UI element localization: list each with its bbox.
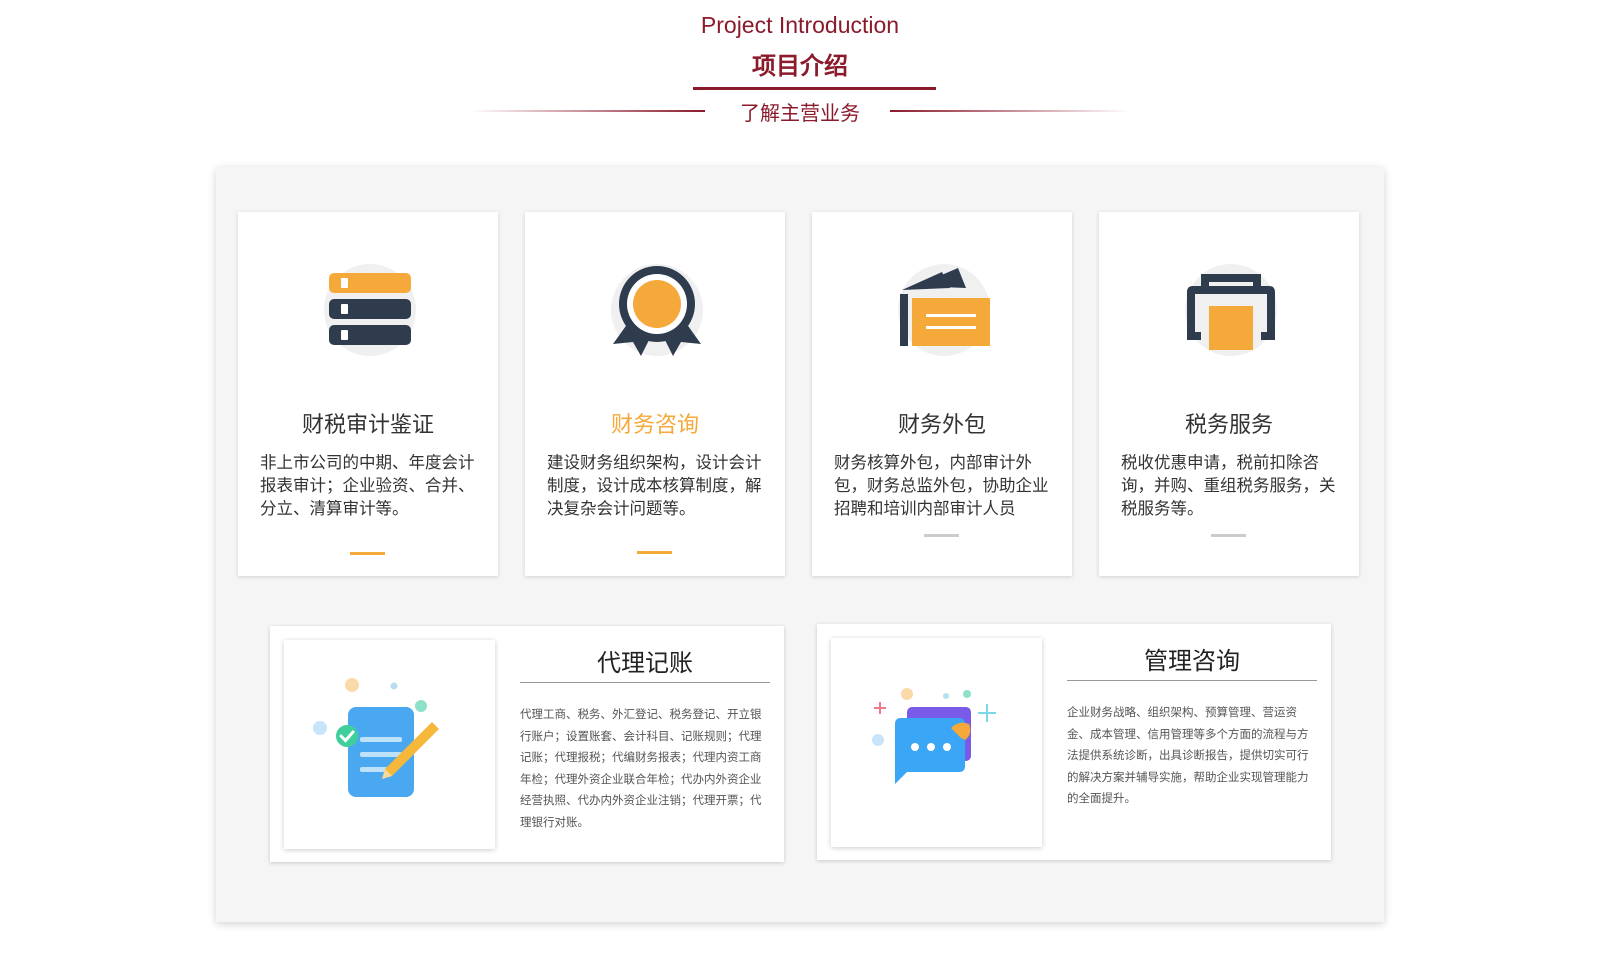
service-card-outsourcing[interactable]: 财务外包 财务核算外包，内部审计外包，财务总监外包，协助企业招聘和培训内部审计人… [812,212,1072,576]
title-rule [1067,680,1317,681]
award-icon [611,264,703,356]
card-indicator [637,551,672,554]
title-underline [693,87,936,90]
card-title: 财务外包 [897,412,986,437]
card-indicator [1211,534,1246,537]
service-card-consulting[interactable]: 财务咨询 建设财务组织架构，设计会计制度，设计成本核算制度，解决复杂会计问题等。 [525,212,785,576]
service-card-bookkeeping[interactable]: 代理记账 代理工商、税务、外汇登记、税务登记、开立银行账户；设置账套、会计科目、… [270,626,784,862]
subtitle-line-right [890,110,1130,112]
card-description: 建设财务组织架构，设计会计制度，设计成本核算制度，解决复杂会计问题等。 [547,454,762,518]
card-description: 税收优惠申请，税前扣除咨询，并购、重组税务服务，关税服务等。 [1121,454,1336,518]
card-description: 代理工商、税务、外汇登记、税务登记、开立银行账户；设置账套、会计科目、记账规则；… [520,707,762,829]
card-title: 税务服务 [1184,412,1273,437]
card-title: 管理咨询 [1144,648,1240,675]
server-icon [324,264,416,356]
card-description: 非上市公司的中期、年度会计报表审计；企业验资、合并、分立、清算审计等。 [260,454,475,518]
service-card-audit[interactable]: 财税审计鉴证 非上市公司的中期、年度会计报表审计；企业验资、合并、分立、清算审计… [238,212,498,576]
card-indicator [350,552,385,555]
services-panel: 财税审计鉴证 非上市公司的中期、年度会计报表审计；企业验资、合并、分立、清算审计… [216,167,1384,922]
card-description: 财务核算外包，内部审计外包，财务总监外包，协助企业招聘和培训内部审计人员 [834,454,1049,518]
card-title: 代理记账 [597,650,693,677]
folder-icon [898,264,990,356]
title-english: Project Introduction [700,12,900,38]
document-pen-icon [284,640,495,849]
title-chinese: 项目介绍 [752,53,848,80]
subtitle: 了解主营业务 [740,103,860,125]
card-description: 企业财务战略、组织架构、预算管理、营运资金、成本管理、信用管理等多个方面的流程与… [1067,705,1309,805]
chat-bubble-icon [831,638,1042,847]
printer-icon [1185,264,1277,356]
title-rule [520,682,770,683]
card-title: 财税审计鉴证 [301,412,434,437]
service-card-management[interactable]: 管理咨询 企业财务战略、组织架构、预算管理、营运资金、成本管理、信用管理等多个方… [817,624,1331,860]
service-card-tax[interactable]: 税务服务 税收优惠申请，税前扣除咨询，并购、重组税务服务，关税服务等。 [1099,212,1359,576]
card-title: 财务咨询 [610,412,699,437]
card-indicator [924,534,959,537]
